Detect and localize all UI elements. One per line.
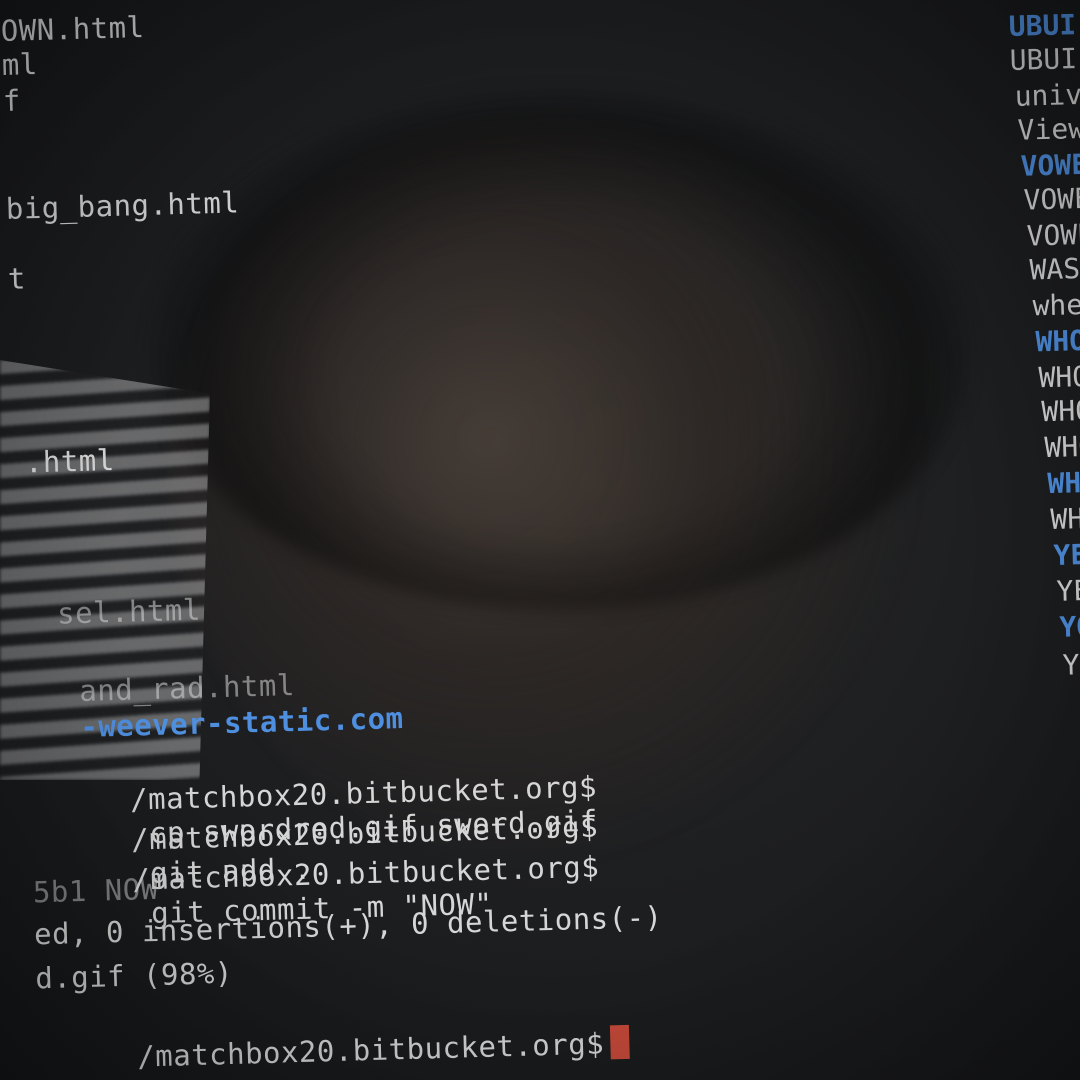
listing-entry: .html [24,442,116,480]
listing-entry-directory: WHO [1035,323,1080,359]
listing-entry: WASE [1029,251,1080,287]
listing-entry-directory: YEA [1053,537,1080,572]
listing-entry-directory: WHY [1047,465,1080,501]
listing-entry: VOWE [1026,217,1080,253]
text-cursor [609,1024,630,1060]
listing-entry: View [1017,111,1080,147]
terminal-screen: OWN.html ml f big_bang.html t .html sel.… [0,0,1080,1080]
listing-entry: f [2,83,22,118]
command-output: d.gif (98%) [34,955,234,996]
listing-entry: OWN.html [0,9,145,48]
listing-entry: t [7,261,27,296]
shell-prompt: /matchbox20.bitbucket.org$ [136,1026,605,1074]
listing-entry: univ [1014,77,1080,113]
listing-entry: ml [1,46,39,82]
listing-entry: WHO [1038,359,1080,395]
listing-entry: UBUI [1009,42,1078,77]
listing-entry: and_rad.html [78,668,296,709]
listing-entry: big_bang.html [5,185,240,226]
listing-entry-directory: VOWE [1020,147,1080,183]
listing-entry: wher [1032,287,1080,323]
listing-entry: WHO [1044,429,1080,465]
listing-entry-directory: UBUI [1008,8,1077,43]
listing-entry-directory: YO [1059,609,1080,644]
terminal-output[interactable]: OWN.html ml f big_bang.html t .html sel.… [0,0,1080,1080]
listing-entry: sel.html [56,592,202,631]
command-output: 5b1 NOW [32,871,160,910]
listing-entry-directory: -weever-static.com [79,701,404,745]
listing-entry: WHO [1041,393,1080,429]
listing-entry: WHY [1050,501,1080,537]
listing-entry: VOWE [1023,181,1080,217]
active-prompt-line[interactable]: /matchbox20.bitbucket.org$ [28,991,630,1080]
listing-entry: YO [1062,647,1080,682]
listing-entry: YE [1056,573,1080,608]
